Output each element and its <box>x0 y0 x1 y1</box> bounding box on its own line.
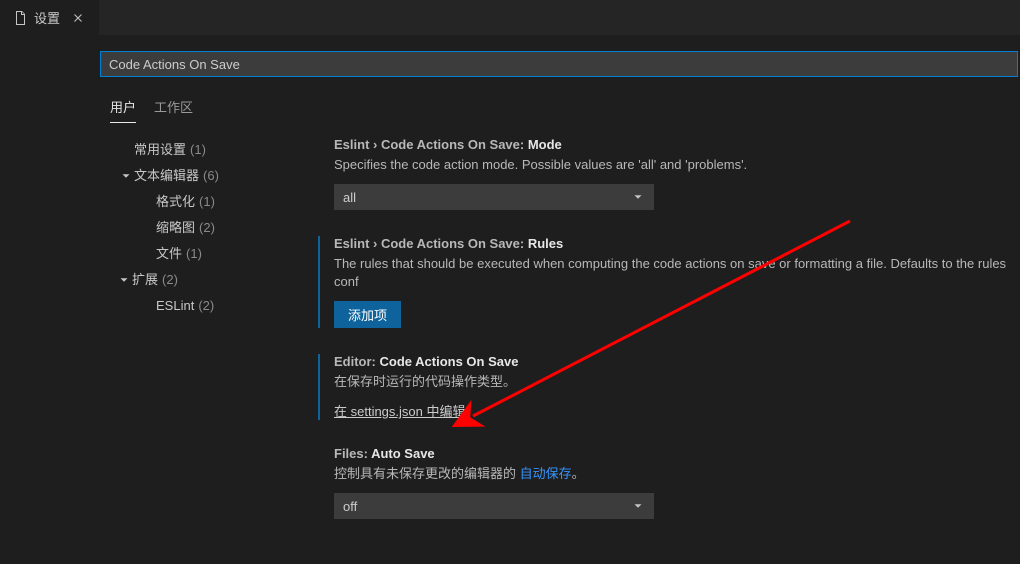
toc-count: (1) <box>186 243 202 265</box>
chevron-down-icon <box>118 168 134 184</box>
setting-title: Eslint › Code Actions On Save: Mode <box>334 137 1020 152</box>
setting-title: Eslint › Code Actions On Save: Rules <box>334 236 1020 251</box>
settings-search-input[interactable] <box>100 51 1018 77</box>
scope-tabs: 用户 工作区 <box>110 91 1020 123</box>
setting-description: 控制具有未保存更改的编辑器的 自动保存。 <box>334 465 1020 483</box>
toc-count: (2) <box>162 269 178 291</box>
toc-count: (1) <box>190 139 206 161</box>
toc-item-files[interactable]: 文件 (1) <box>18 241 290 267</box>
setting-editor-code-actions-on-save: Editor: Code Actions On Save 在保存时运行的代码操作… <box>318 354 1020 420</box>
toc-label: 格式化 <box>156 191 195 213</box>
toc-label: 常用设置 <box>134 139 186 161</box>
toc-count: (6) <box>203 165 219 187</box>
add-item-button[interactable]: 添加项 <box>334 301 401 328</box>
toc-item-common[interactable]: 常用设置 (1) <box>18 137 290 163</box>
setting-title: Files: Auto Save <box>334 446 1020 461</box>
toc-count: (1) <box>199 191 215 213</box>
setting-description: The rules that should be executed when c… <box>334 255 1020 291</box>
setting-files-auto-save: Files: Auto Save 控制具有未保存更改的编辑器的 自动保存。 of… <box>318 446 1020 519</box>
tab-settings[interactable]: 设置 <box>0 0 100 35</box>
settings-editor: 用户 工作区 常用设置 (1) 文本编辑器 (6) 格式化 (1) 缩略图 (2… <box>0 35 1020 545</box>
toc-label: ESLint <box>156 295 194 317</box>
toc-item-eslint[interactable]: ESLint (2) <box>18 293 290 319</box>
scope-tab-workspace[interactable]: 工作区 <box>154 91 193 123</box>
setting-description: 在保存时运行的代码操作类型。 <box>334 373 1020 391</box>
scope-tab-user[interactable]: 用户 <box>110 91 136 123</box>
select-value: off <box>343 499 357 514</box>
chevron-down-icon <box>116 272 132 288</box>
toc-label: 文本编辑器 <box>134 165 199 187</box>
setting-description: Specifies the code action mode. Possible… <box>334 156 1020 174</box>
setting-title: Editor: Code Actions On Save <box>334 354 1020 369</box>
select-value: all <box>343 190 356 205</box>
toc-label: 扩展 <box>132 269 158 291</box>
toc-item-formatting[interactable]: 格式化 (1) <box>18 189 290 215</box>
settings-toc: 常用设置 (1) 文本编辑器 (6) 格式化 (1) 缩略图 (2) 文件 (1… <box>0 127 290 545</box>
toc-count: (2) <box>198 295 214 317</box>
setting-eslint-code-actions-mode: Eslint › Code Actions On Save: Mode Spec… <box>318 137 1020 210</box>
auto-save-link[interactable]: 自动保存 <box>520 466 572 481</box>
auto-save-select[interactable]: off <box>334 493 654 519</box>
toc-item-minimap[interactable]: 缩略图 (2) <box>18 215 290 241</box>
file-icon <box>12 10 28 26</box>
close-icon[interactable] <box>70 10 86 26</box>
toc-label: 文件 <box>156 243 182 265</box>
chevron-down-icon <box>631 190 645 204</box>
tab-bar: 设置 <box>0 0 1020 35</box>
settings-list: Eslint › Code Actions On Save: Mode Spec… <box>290 127 1020 545</box>
tab-title: 设置 <box>34 8 60 27</box>
toc-item-extensions[interactable]: 扩展 (2) <box>18 267 290 293</box>
mode-select[interactable]: all <box>334 184 654 210</box>
toc-count: (2) <box>199 217 215 239</box>
edit-in-settings-json-link[interactable]: 在 settings.json 中编辑 <box>334 404 466 419</box>
setting-eslint-code-actions-rules: Eslint › Code Actions On Save: Rules The… <box>318 236 1020 328</box>
toc-item-text-editor[interactable]: 文本编辑器 (6) <box>18 163 290 189</box>
chevron-down-icon <box>631 499 645 513</box>
toc-label: 缩略图 <box>156 217 195 239</box>
